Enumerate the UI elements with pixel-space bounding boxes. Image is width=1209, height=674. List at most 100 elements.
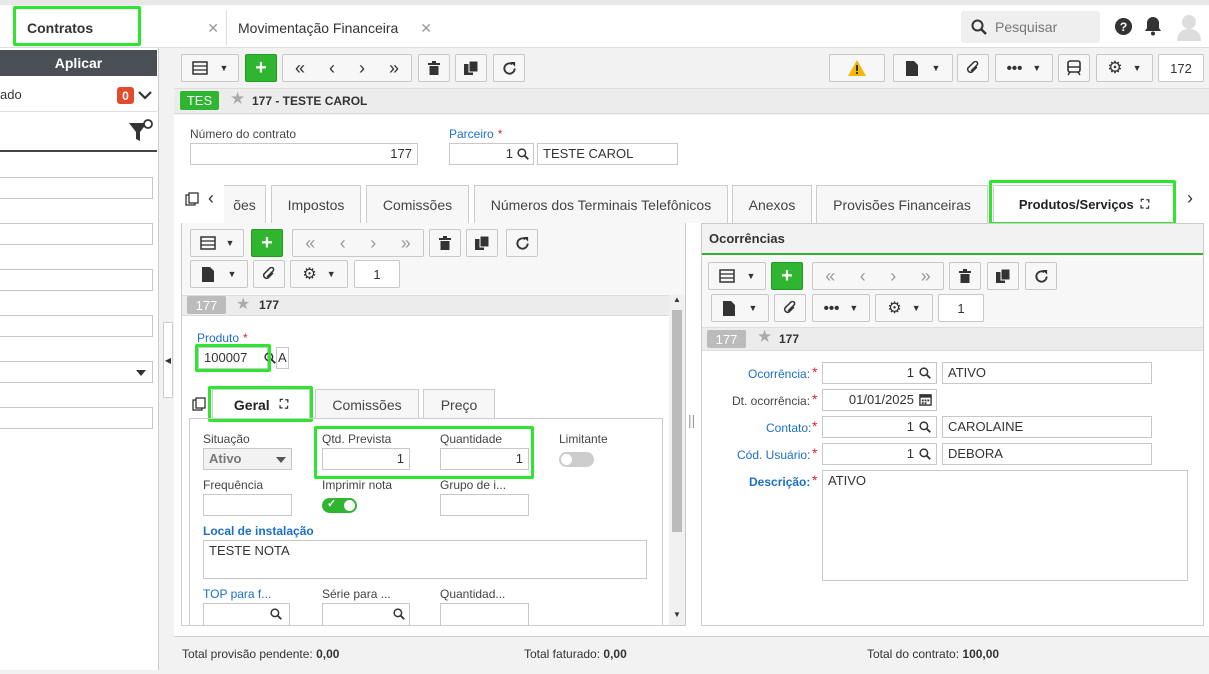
search-icon[interactable] [517,148,529,160]
tab-anexos[interactable]: Anexos [732,185,812,223]
expand-icon[interactable]: ⛶ [1141,197,1149,212]
next-record-icon[interactable]: › [890,266,896,287]
search-icon[interactable] [919,448,931,460]
star-icon[interactable]: ★ [236,294,250,314]
contato-name-field[interactable]: CAROLAINE [942,416,1152,438]
close-icon[interactable]: ✕ [207,20,219,37]
grupo-field[interactable] [440,494,529,516]
previous-record-icon[interactable]: ‹ [329,58,335,79]
funnel-settings-icon[interactable] [127,119,155,145]
next-record-icon[interactable]: › [370,233,376,254]
item-attach-button[interactable] [253,260,285,288]
filter-field-3[interactable] [0,269,153,291]
attach-button[interactable] [957,54,989,82]
partner-name-field[interactable]: TESTE CAROL [537,143,678,165]
scroll-up-icon[interactable]: ▲ [673,295,681,304]
splitter-handle[interactable]: || [688,412,695,428]
ocorrencia-attach-button[interactable] [774,294,806,322]
tab-comissoes[interactable]: Comissões [366,185,469,223]
ocorrencia-name-field[interactable]: ATIVO [942,362,1152,384]
product-description-field[interactable]: A [276,347,289,369]
last-record-icon[interactable]: » [921,266,931,287]
star-icon[interactable]: ★ [230,89,245,109]
ocorrencia-report-button[interactable]: ▼ [711,294,769,322]
tab-provisoes-financeiras[interactable]: Provisões Financeiras [816,185,988,223]
situacao-select[interactable]: Ativo [203,448,292,470]
delete-ocorrencia-button[interactable] [949,262,981,290]
calendar-icon[interactable] [919,393,932,406]
scrollbar-thumb[interactable] [672,310,682,532]
local-instalacao-field[interactable]: TESTE NOTA [203,540,647,579]
star-icon[interactable]: ★ [757,327,772,347]
ocorrencia-navigation[interactable]: « ‹ › » [812,262,944,290]
tabs-scroll-right-icon[interactable]: › [1187,188,1193,209]
add-item-button[interactable]: + [251,229,283,257]
tab-produtos-servicos[interactable]: Produtos/Serviços ⛶ [993,185,1175,223]
scrollbar[interactable]: ▲ ▼ [669,295,685,625]
first-record-icon[interactable]: « [825,266,835,287]
ocorrencia-page-field[interactable]: 1 [938,294,984,322]
tab-comissoes-item[interactable]: Comissões [315,389,419,419]
search-icon[interactable] [393,608,405,620]
record-page-field[interactable]: 172 [1158,54,1204,82]
previous-record-icon[interactable]: ‹ [860,266,866,287]
ocorrencia-more-button[interactable]: ••• ▼ [812,294,870,322]
quantidade-field[interactable]: 1 [440,448,529,470]
copy-icon[interactable] [192,397,206,411]
more-options-button[interactable]: ••• ▼ [995,54,1053,82]
item-page-field[interactable]: 1 [354,260,400,288]
refresh-button[interactable] [493,54,525,82]
frequencia-field[interactable] [203,494,292,516]
previous-record-icon[interactable]: ‹ [340,233,346,254]
tab-contratos[interactable]: Contratos ✕ [0,10,225,46]
tab-geral[interactable]: Geral ⛶ [212,389,310,419]
add-ocorrencia-button[interactable]: + [771,262,803,290]
filter-field-2[interactable] [0,223,153,245]
collapse-panel-handle[interactable]: ◀ [163,322,173,398]
add-button[interactable]: + [245,54,277,82]
delete-button[interactable] [418,54,450,82]
filter-field-1[interactable] [0,177,153,199]
filter-select[interactable] [0,361,153,383]
last-record-icon[interactable]: » [389,58,399,79]
transport-button[interactable] [1058,54,1090,82]
grid-view-button[interactable]: ▼ [708,262,766,290]
first-record-icon[interactable]: « [295,58,305,79]
refresh-ocorrencia-button[interactable] [1025,262,1057,290]
search-icon[interactable] [919,367,931,379]
grid-view-button[interactable]: ▼ [181,54,239,82]
avatar[interactable] [1176,13,1202,41]
navigation-buttons[interactable]: « ‹ › » [282,54,412,82]
scroll-down-icon[interactable]: ▼ [673,610,681,619]
duplicate-item-button[interactable] [466,229,498,257]
search-icon[interactable] [264,352,276,364]
usuario-name-field[interactable]: DEBORA [942,443,1152,465]
duplicate-ocorrencia-button[interactable] [987,262,1019,290]
tabs-scroll-left-icon[interactable]: ‹ [208,188,214,209]
first-record-icon[interactable]: « [305,233,315,254]
ocorrencia-settings-button[interactable]: ⚙ ▼ [875,294,933,322]
descricao-field[interactable]: ATIVO [822,470,1188,581]
search-icon[interactable] [919,421,931,433]
duplicate-button[interactable] [455,54,487,82]
next-record-icon[interactable]: › [359,58,365,79]
bell-icon[interactable] [1144,16,1162,36]
apply-button[interactable]: Aplicar [0,50,157,76]
delete-item-button[interactable] [429,229,461,257]
limitante-toggle[interactable] [559,452,594,467]
tab-preco[interactable]: Preço [423,389,495,419]
grid-view-button[interactable]: ▼ [190,229,244,257]
filter-field-5[interactable] [0,407,153,429]
product-field[interactable]: 100007 [198,347,268,369]
search-icon[interactable] [270,608,282,620]
filter-row[interactable]: ado 0 [0,78,157,112]
help-icon[interactable]: ? [1114,17,1133,36]
tab-movimentacao-financeira[interactable]: Movimentação Financeira ✕ [226,10,438,46]
quantidade2-field[interactable] [440,603,529,625]
tab-opcoes[interactable]: ões [224,185,266,223]
chevron-down-icon[interactable] [138,90,152,100]
qtd-prevista-field[interactable]: 1 [322,448,410,470]
tab-impostos[interactable]: Impostos [271,185,361,223]
settings-button[interactable]: ⚙ ▼ [1096,54,1153,82]
search-input[interactable]: Pesquisar [961,11,1100,43]
